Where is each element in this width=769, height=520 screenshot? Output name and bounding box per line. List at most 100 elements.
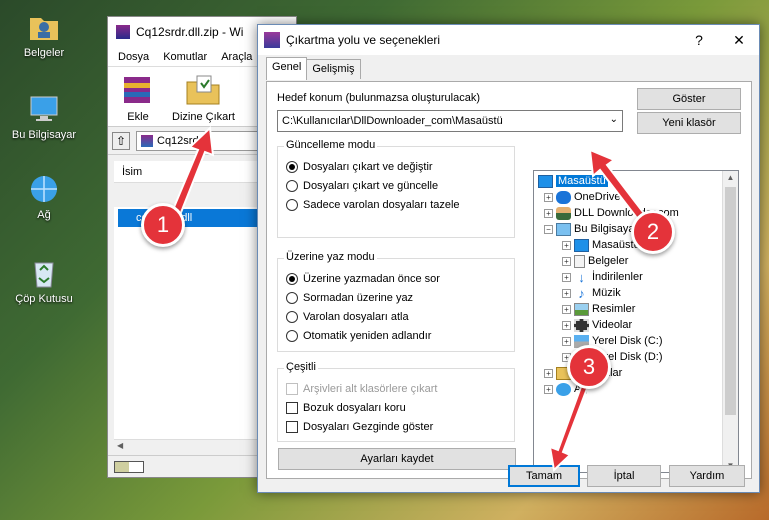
checkbox-show-in-explorer[interactable]: Dosyaları Gezginde göster (286, 421, 433, 433)
extract-to-button[interactable]: Dizine Çıkart (172, 73, 235, 123)
tree-label: OneDrive (574, 191, 621, 203)
menu-file[interactable]: Dosya (118, 51, 149, 63)
expand-icon[interactable]: + (562, 336, 571, 346)
expand-icon[interactable]: + (562, 304, 571, 314)
radio-selected-indicator (286, 273, 298, 285)
radio-fresh-existing[interactable]: Sadece varolan dosyaları tazele (286, 199, 460, 211)
folder-tree[interactable]: Masaüstü + OneDrive + DLL Downloader.com… (533, 170, 739, 473)
desktop-icon-network[interactable]: Ağ (6, 172, 82, 221)
radio-label: Sormadan üzerine yaz (303, 292, 414, 304)
desktop-icon-label: Belgeler (23, 47, 65, 59)
radio-extract-update[interactable]: Dosyaları çıkart ve güncelle (286, 180, 438, 192)
checkbox-extract-subfolders: Arşivleri alt klasörlere çıkart (286, 383, 437, 395)
network-icon (556, 382, 571, 396)
menu-commands[interactable]: Komutlar (163, 51, 207, 63)
expand-icon[interactable]: + (562, 320, 571, 330)
desktop-icon-this-pc[interactable]: Bu Bilgisayar (6, 92, 82, 141)
radio-ask-before-overwrite[interactable]: Üzerine yazmadan önce sor (286, 273, 440, 285)
tree-label: Bu Bilgisayar (574, 223, 639, 235)
expand-icon[interactable]: + (562, 272, 571, 282)
chevron-down-icon[interactable]: ⌄ (610, 114, 618, 125)
checkbox-label: Dosyaları Gezginde göster (303, 421, 434, 433)
radio-indicator (286, 199, 298, 211)
tree-item-pictures[interactable]: + Resimler (562, 301, 635, 317)
add-button[interactable]: Ekle (118, 73, 158, 123)
extract-to-label: Dizine Çıkart (172, 111, 235, 123)
up-folder-button[interactable]: ⇧ (112, 131, 130, 150)
expand-icon[interactable]: + (544, 368, 553, 378)
cloud-icon (556, 190, 571, 204)
show-button[interactable]: Göster (637, 88, 741, 110)
desktop-icon-recycle-bin[interactable]: Çöp Kutusu (6, 256, 82, 305)
scrollbar-thumb[interactable] (725, 187, 736, 415)
expand-icon[interactable]: + (544, 384, 553, 394)
tab-advanced[interactable]: Gelişmiş (306, 59, 361, 79)
expand-icon[interactable]: + (544, 192, 553, 202)
desktop-icon-label: Ağ (37, 209, 51, 221)
add-label: Ekle (127, 111, 149, 123)
scroll-left-icon[interactable]: ◀ (117, 441, 123, 450)
tree-item-downloads[interactable]: + ↓ İndirilenler (562, 269, 643, 285)
step-badge-2: 2 (631, 210, 675, 254)
ok-button[interactable]: Tamam (508, 465, 580, 487)
tree-item-videos[interactable]: + Videolar (562, 317, 632, 333)
radio-extract-replace[interactable]: Dosyaları çıkart ve değiştir (286, 161, 433, 173)
tree-item-onedrive[interactable]: + OneDrive (544, 189, 620, 205)
destination-path-combo[interactable]: C:\Kullanıcılar\DllDownloader_com\Masaüs… (277, 110, 623, 132)
tree-label: İndirilenler (592, 271, 643, 283)
radio-label: Sadece varolan dosyaları tazele (303, 199, 460, 211)
new-folder-button[interactable]: Yeni klasör (637, 112, 741, 134)
tree-label: Müzik (592, 287, 621, 299)
winrar-icon (116, 25, 130, 39)
desktop-icon-documents[interactable]: Belgeler (6, 10, 82, 59)
drive-key-icon (114, 460, 144, 473)
cancel-button[interactable]: İptal (587, 465, 661, 487)
tree-scrollbar[interactable]: ▲ ▼ (722, 171, 738, 472)
misc-group: Çeşitli Arşivleri alt klasörlere çıkart … (277, 361, 515, 442)
tree-item-music[interactable]: + ♪ Müzik (562, 285, 621, 301)
folder-user-icon (27, 10, 61, 44)
radio-label: Dosyaları çıkart ve güncelle (303, 180, 439, 192)
radio-overwrite-without-prompt[interactable]: Sormadan üzerine yaz (286, 292, 413, 304)
radio-indicator (286, 180, 298, 192)
archive-path-text: Cq12srdr.d (157, 134, 211, 147)
expand-icon[interactable]: + (562, 288, 571, 298)
user-icon (556, 206, 571, 220)
radio-label: Dosyaları çıkart ve değiştir (303, 161, 433, 173)
save-settings-button[interactable]: Ayarları kaydet (278, 448, 516, 470)
checkbox-indicator (286, 383, 298, 395)
tree-item-this-pc[interactable]: − Bu Bilgisayar (544, 221, 638, 237)
general-tab-panel: Hedef konum (bulunmazsa oluşturulacak) C… (266, 81, 752, 479)
update-mode-title: Güncelleme modu (284, 139, 378, 151)
checkbox-indicator (286, 421, 298, 433)
document-icon (574, 254, 585, 268)
tab-general[interactable]: Genel (266, 57, 308, 80)
tree-item-desktop-root[interactable]: Masaüstü (538, 173, 608, 189)
tree-item-desktop[interactable]: + Masaüstü (562, 237, 640, 253)
step-badge-1: 1 (141, 203, 185, 247)
download-arrow-icon: ↓ (578, 269, 585, 285)
overwrite-mode-group: Üzerine yaz modu Üzerine yazmadan önce s… (277, 251, 515, 352)
expand-icon[interactable]: + (562, 256, 571, 266)
help-button[interactable]: Yardım (669, 465, 745, 487)
scroll-up-icon[interactable]: ▲ (723, 173, 738, 182)
tree-item-documents[interactable]: + Belgeler (562, 253, 628, 269)
recycle-bin-icon (27, 256, 61, 290)
radio-skip-existing[interactable]: Varolan dosyaları atla (286, 311, 409, 323)
misc-title: Çeşitli (284, 361, 318, 373)
checkbox-indicator (286, 402, 298, 414)
expand-icon[interactable]: + (562, 240, 571, 250)
add-archive-icon (118, 73, 158, 107)
help-icon[interactable]: ? (679, 32, 719, 48)
radio-rename-automatically[interactable]: Otomatik yeniden adlandır (286, 330, 431, 342)
collapse-icon[interactable]: − (544, 224, 553, 234)
tree-item-disk-c[interactable]: + Yerel Disk (C:) (562, 333, 663, 349)
extract-folder-icon (183, 73, 223, 107)
network-icon (27, 172, 61, 206)
checkbox-keep-broken[interactable]: Bozuk dosyaları koru (286, 402, 406, 414)
overwrite-mode-title: Üzerine yaz modu (284, 251, 377, 263)
computer-icon (556, 222, 571, 236)
expand-icon[interactable]: + (544, 208, 553, 218)
menu-tools[interactable]: Araçla (221, 51, 252, 63)
close-icon[interactable]: ✕ (719, 32, 759, 49)
